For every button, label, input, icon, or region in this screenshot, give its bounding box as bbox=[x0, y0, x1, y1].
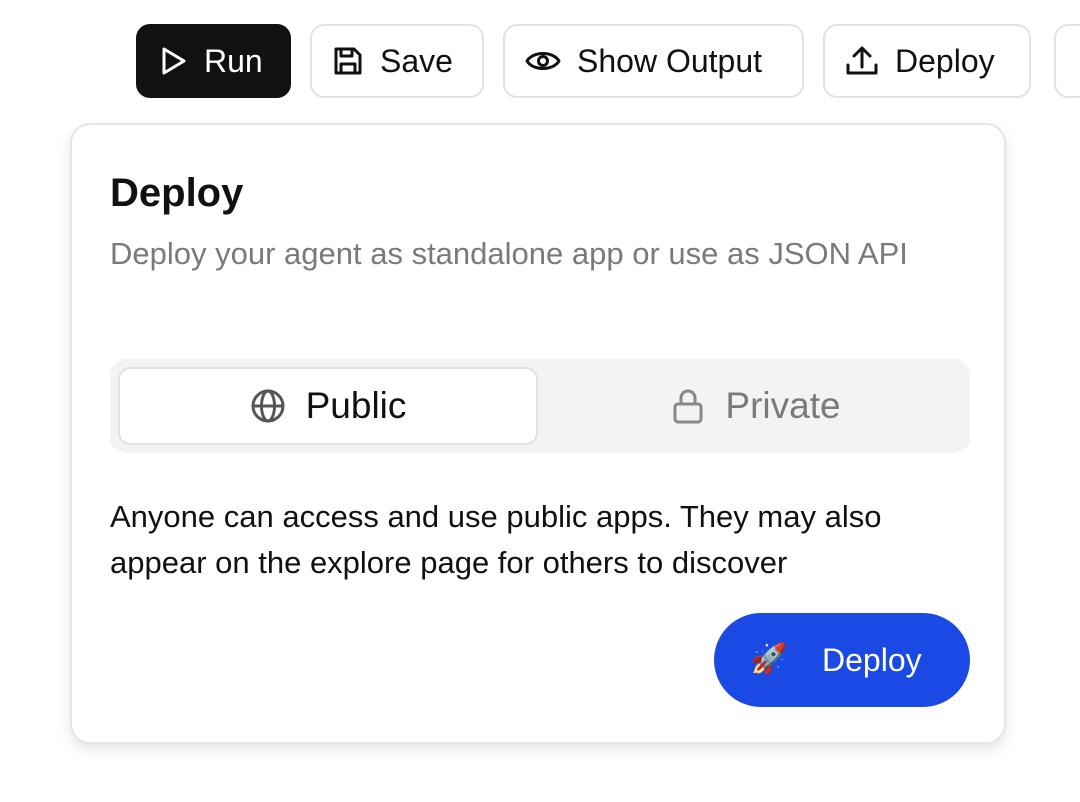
panel-description: Deploy your agent as standalone app or u… bbox=[110, 236, 908, 271]
deploy-button-label: Deploy bbox=[822, 641, 922, 678]
visibility-info-text: Anyone can access and use public apps. T… bbox=[110, 499, 882, 580]
run-button[interactable]: Run bbox=[136, 24, 291, 98]
deploy-panel: Deploy Deploy your agent as standalone a… bbox=[70, 123, 1006, 744]
upload-icon bbox=[845, 45, 879, 77]
save-button[interactable]: Save bbox=[310, 24, 484, 98]
save-button-label: Save bbox=[380, 42, 453, 79]
more-button[interactable] bbox=[1054, 24, 1080, 98]
private-option-label: Private bbox=[725, 385, 841, 426]
private-option[interactable]: Private bbox=[550, 367, 962, 445]
deploy-toolbar-button-label: Deploy bbox=[895, 42, 995, 79]
visibility-toggle: Public Private bbox=[110, 359, 970, 453]
deploy-button[interactable]: 🚀 Deploy bbox=[714, 613, 970, 707]
public-option-label: Public bbox=[305, 385, 407, 426]
run-button-label: Run bbox=[204, 42, 263, 79]
deploy-toolbar-button[interactable]: Deploy bbox=[823, 24, 1031, 98]
public-option[interactable]: Public bbox=[118, 367, 538, 445]
show-output-button[interactable]: Show Output bbox=[503, 24, 804, 98]
show-output-button-label: Show Output bbox=[577, 42, 762, 79]
panel-title: Deploy bbox=[110, 171, 244, 215]
play-icon bbox=[160, 46, 188, 76]
floppy-disk-icon bbox=[332, 45, 364, 77]
rocket-icon: 🚀 bbox=[750, 643, 788, 676]
globe-icon bbox=[250, 388, 286, 424]
lock-icon bbox=[671, 387, 705, 425]
eye-icon bbox=[525, 48, 561, 74]
